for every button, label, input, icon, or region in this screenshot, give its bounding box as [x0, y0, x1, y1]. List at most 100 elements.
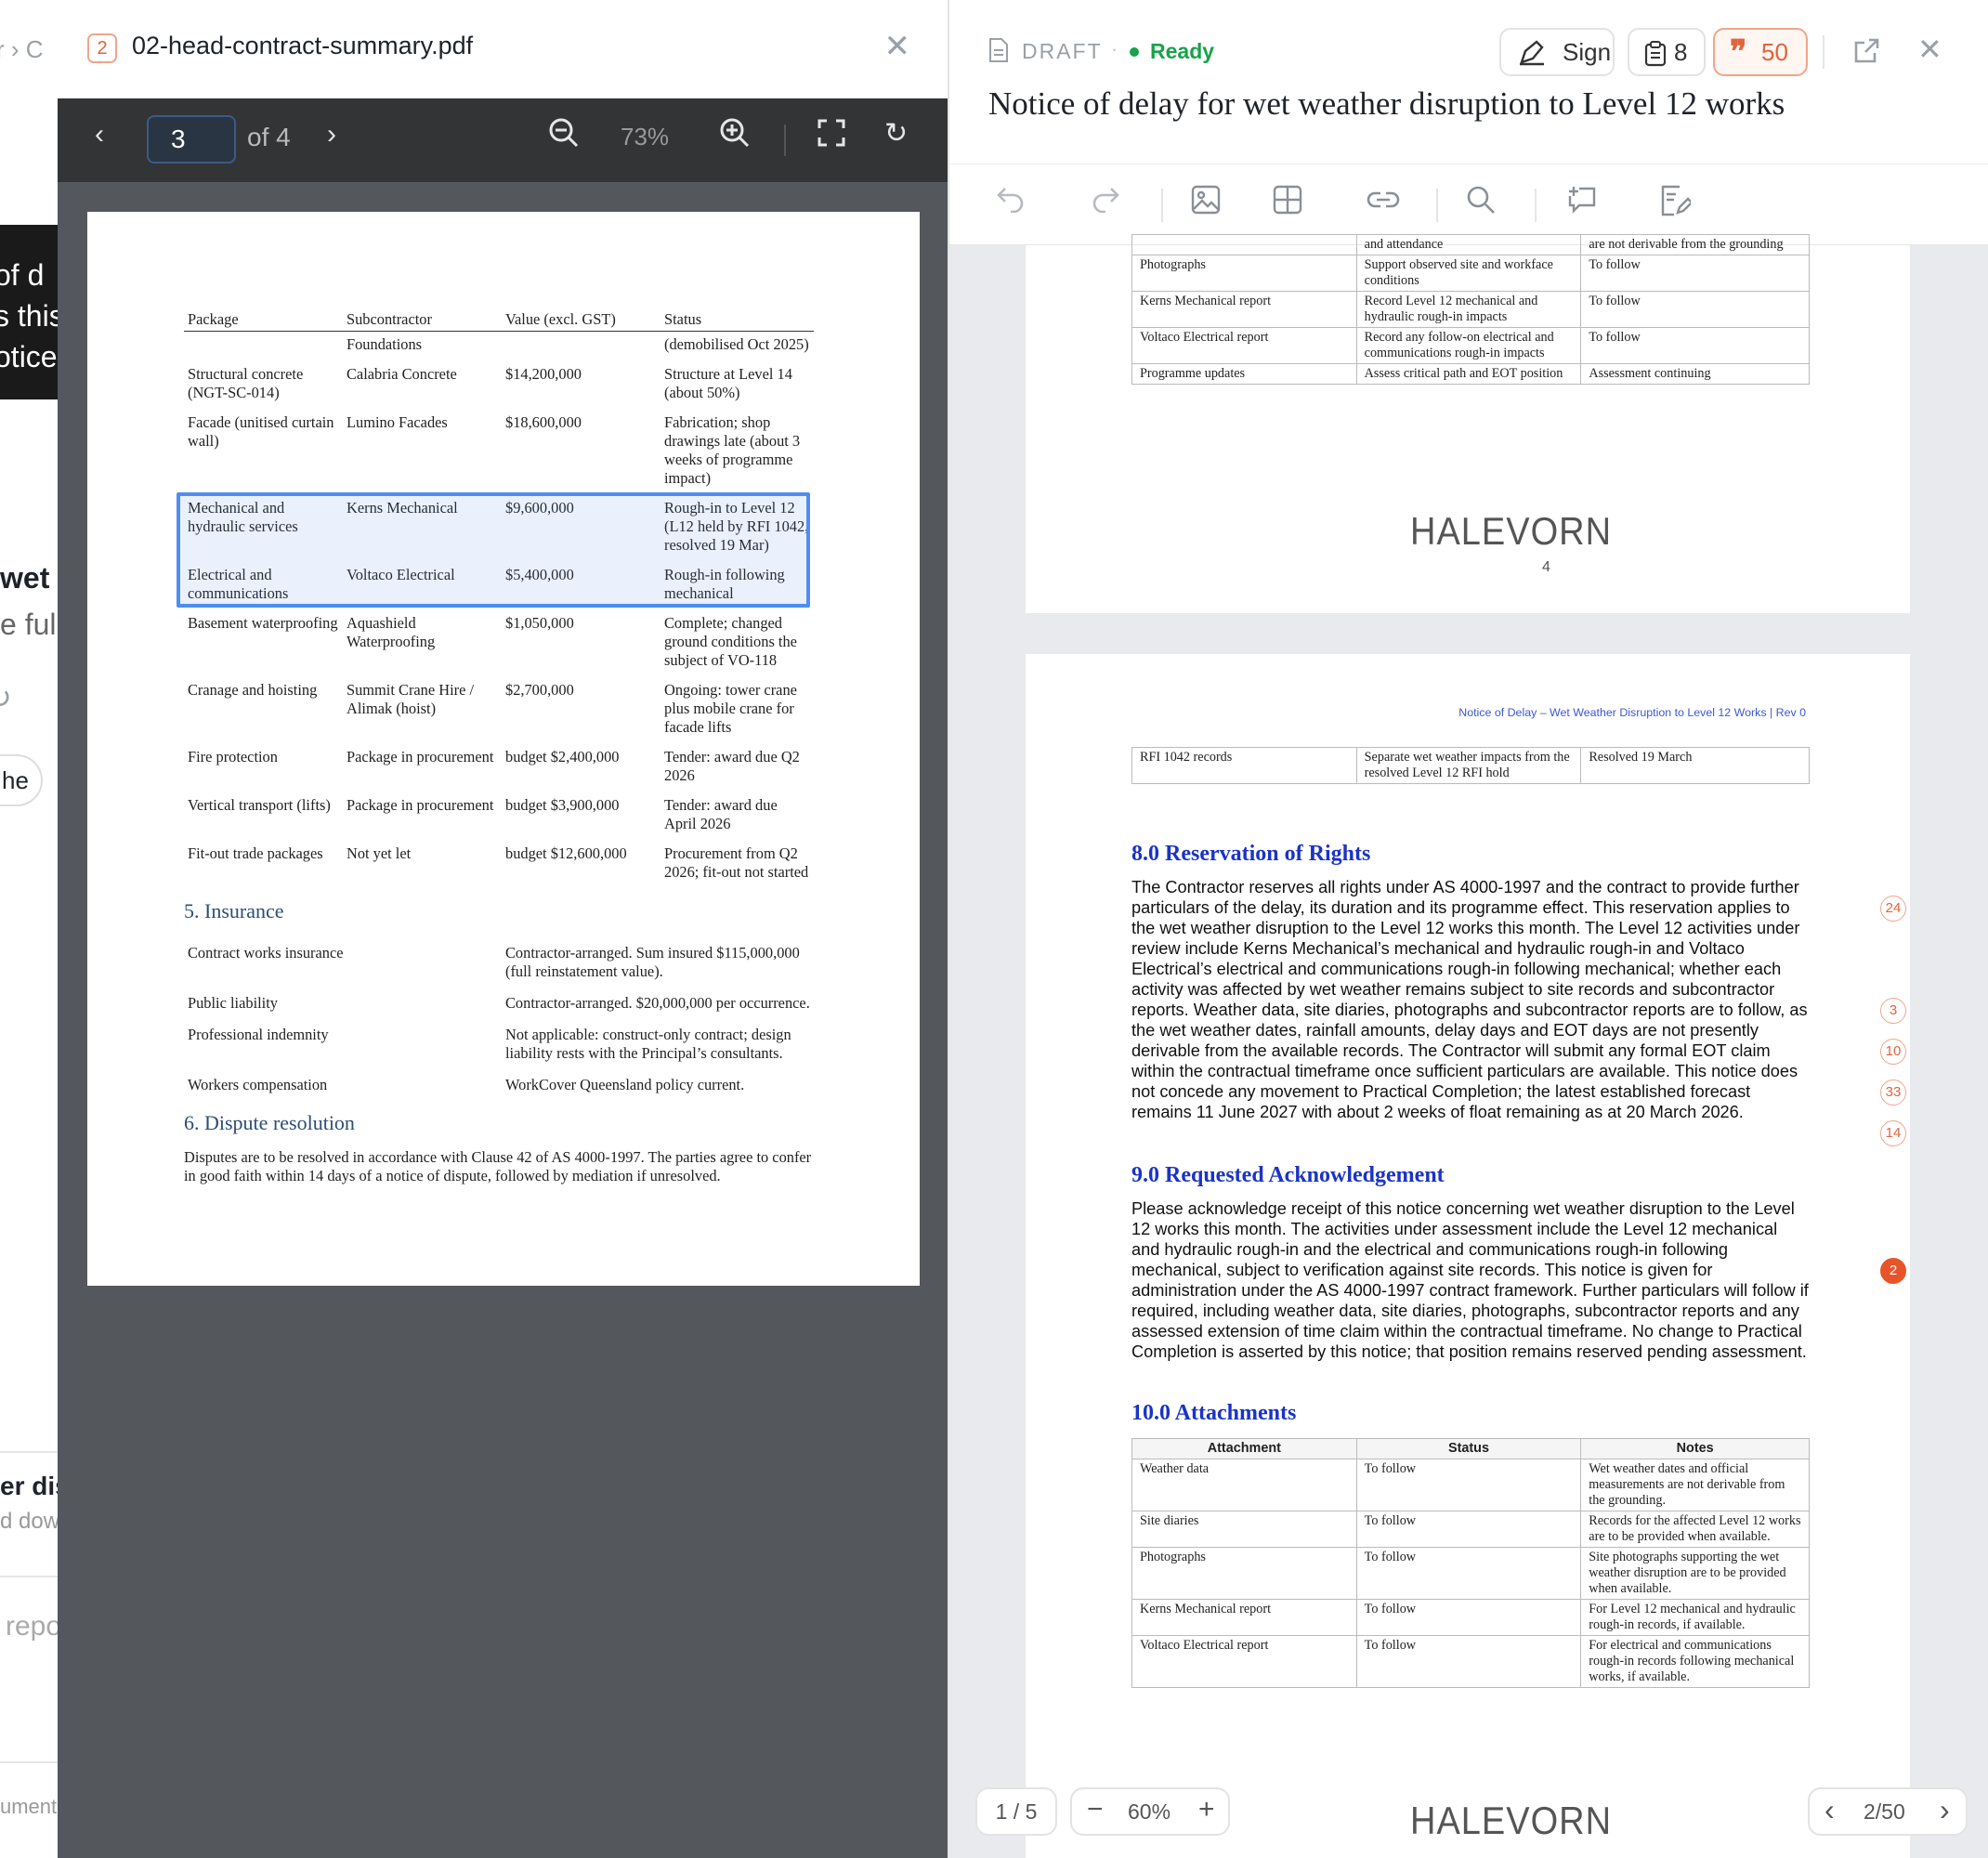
divider — [0, 1451, 58, 1453]
close-icon[interactable]: ✕ — [884, 28, 911, 65]
document-title: Notice of delay for wet weather disrupti… — [988, 85, 1785, 122]
table-cell: Assessment continuing — [1580, 363, 1810, 385]
ready-status: Ready — [1150, 39, 1215, 63]
table-cell: Not yet let — [347, 844, 412, 862]
add-comment-icon[interactable] — [1566, 185, 1598, 215]
table-cell: WorkCover Queensland policy current. — [505, 1076, 745, 1093]
table-cell: Public liability — [188, 994, 278, 1012]
table-cell: Vertical transport (lifts) — [188, 796, 331, 814]
refresh-icon[interactable]: ↻ — [0, 680, 12, 715]
sign-button[interactable]: Sign — [1499, 28, 1615, 76]
pdf-page: Package Subcontractor Value (excl. GST) … — [87, 212, 920, 1286]
citation-badge[interactable]: 24 — [1880, 896, 1906, 922]
table-cell: Contract works insurance — [188, 944, 344, 962]
table-cell: Not applicable: construct-only contract;… — [505, 1026, 791, 1062]
table-cell: To follow — [1580, 291, 1810, 328]
pdf-toolbar: ‹ 3 of 4 › 73% ↻ — [58, 98, 948, 182]
redo-icon[interactable] — [1091, 185, 1120, 213]
undo-icon[interactable] — [996, 185, 1026, 213]
table-cell: Wet weather dates and official measureme… — [1580, 1459, 1810, 1511]
suggestion-pill[interactable]: he — [0, 754, 43, 806]
zoom-out-icon[interactable] — [548, 117, 580, 156]
table-cell: Record any follow-on electrical and comm… — [1355, 327, 1582, 364]
zoom-out-icon[interactable]: − — [1087, 1787, 1104, 1832]
table-row: Voltaco Electrical report To follow For el… — [1131, 1635, 1810, 1688]
citations-count: 50 — [1761, 38, 1788, 66]
table-cell: To follow — [1355, 1547, 1582, 1600]
next-page-icon[interactable]: › — [327, 119, 336, 150]
citation-navigator: ‹ 2/50 › — [1808, 1787, 1968, 1836]
table-cell: Resolved 19 March — [1580, 747, 1810, 784]
review-edit-icon[interactable] — [1659, 185, 1691, 216]
table-cell: For Level 12 mechanical and hydraulic ro… — [1580, 1599, 1810, 1636]
table-cell: Programme updates — [1131, 363, 1357, 385]
message-line: s this — [0, 299, 58, 333]
section-heading: 5. Insurance — [184, 899, 284, 922]
body-paragraph[interactable]: The Contractor reserves all rights under… — [1131, 877, 1810, 1122]
search-icon[interactable] — [1466, 185, 1496, 215]
dispute-paragraph: Disputes are to be resolved in accordanc… — [184, 1148, 812, 1184]
prev-page-icon[interactable]: ‹ — [95, 119, 104, 150]
document-item-title[interactable]: er dis — [0, 1472, 58, 1501]
table-cell: Site diaries — [1131, 1511, 1357, 1548]
table-row: Structural concrete (NGT-SC-014) Calabria… — [184, 354, 814, 402]
message-line: of d — [0, 258, 45, 292]
document-page: Notice of Delay – Wet Weather Disruption… — [1026, 654, 1910, 1858]
table-cell: Procurement from Q2 2026; fit-out not st… — [664, 844, 809, 881]
fullscreen-icon[interactable] — [817, 119, 845, 154]
table-cell: Lumino Facades — [347, 413, 448, 431]
citation-badge[interactable]: 3 — [1880, 998, 1906, 1024]
table-row: Kerns Mechanical report To follow For Leve… — [1131, 1599, 1810, 1636]
pdf-viewer-header: 2 02-head-contract-summary.pdf ✕ — [58, 0, 948, 98]
body-paragraph[interactable]: Please acknowledge receipt of this notic… — [1131, 1198, 1810, 1362]
divider — [0, 1761, 58, 1763]
table-cell: budget $2,400,000 — [505, 748, 620, 765]
table-row: Cranage and hoisting Summit Crane Hire / … — [184, 670, 814, 737]
open-external-icon[interactable] — [1852, 37, 1880, 65]
table-cell — [1131, 234, 1357, 255]
citation-badge[interactable]: 10 — [1880, 1039, 1906, 1065]
table-row: Workers compensation WorkCover Queensland… — [184, 1063, 814, 1094]
zoom-in-icon[interactable]: + — [1198, 1787, 1215, 1832]
draft-status: DRAFT — [1022, 39, 1103, 63]
chat-input[interactable]: repo — [6, 1611, 58, 1642]
prev-citation-icon[interactable]: ‹ — [1825, 1787, 1835, 1832]
table-cell: Structure at Level 14 (about 50%) — [664, 365, 792, 401]
link-icon[interactable] — [1366, 185, 1401, 215]
table-cell: $2,700,000 — [505, 681, 574, 699]
page-number-input[interactable]: 3 — [147, 115, 236, 164]
status-separator: · — [1111, 37, 1118, 60]
zoom-in-icon[interactable] — [719, 117, 751, 156]
citation-badge-active[interactable]: 2 — [1880, 1258, 1906, 1284]
citation-badge[interactable]: 33 — [1880, 1079, 1906, 1106]
section-heading: 6. Dispute resolution — [184, 1111, 355, 1134]
table-icon[interactable] — [1273, 185, 1302, 215]
next-citation-icon[interactable]: › — [1940, 1787, 1950, 1832]
table-row: Vertical transport (lifts) Package in pro… — [184, 785, 814, 833]
table-row: Voltaco Electrical report Record any foll… — [1131, 327, 1810, 364]
signature-pen-icon — [1520, 40, 1544, 66]
table-cell: To follow — [1355, 1599, 1582, 1636]
table-cell: RFI 1042 records — [1131, 747, 1357, 784]
rotate-icon[interactable]: ↻ — [884, 117, 908, 150]
table-cell: To follow — [1355, 1459, 1582, 1511]
column-header: Status — [660, 310, 814, 332]
table-cell: Fit-out trade packages — [188, 844, 323, 862]
table-cell: Records for the affected Level 12 works … — [1580, 1511, 1810, 1548]
image-icon[interactable] — [1191, 185, 1221, 215]
table-row: Programme updates Assess critical path an… — [1131, 363, 1810, 385]
table-row: Weather data To follow Wet weather dates a… — [1131, 1459, 1810, 1511]
halevorn-logo: HALEVORN — [1410, 1799, 1613, 1844]
tasks-button[interactable]: 8 — [1628, 28, 1706, 76]
table-row: Site diaries To follow Records for the aff… — [1131, 1511, 1810, 1548]
zoom-control: − 60% + — [1070, 1787, 1230, 1836]
tasks-count: 8 — [1674, 38, 1688, 66]
table-cell: Calabria Concrete — [347, 365, 457, 383]
citations-button[interactable]: ❞ 50 — [1713, 28, 1808, 76]
citation-badge[interactable]: 14 — [1880, 1120, 1906, 1146]
table-cell: are not derivable from the grounding — [1580, 234, 1810, 255]
close-icon[interactable]: ✕ — [1917, 32, 1942, 67]
section-heading: 9.0 Requested Acknowledgement — [1131, 1163, 1445, 1187]
table-cell: Summit Crane Hire / Alimak (hoist) — [347, 681, 475, 717]
table-cell: For electrical and communications rough-… — [1580, 1635, 1810, 1688]
